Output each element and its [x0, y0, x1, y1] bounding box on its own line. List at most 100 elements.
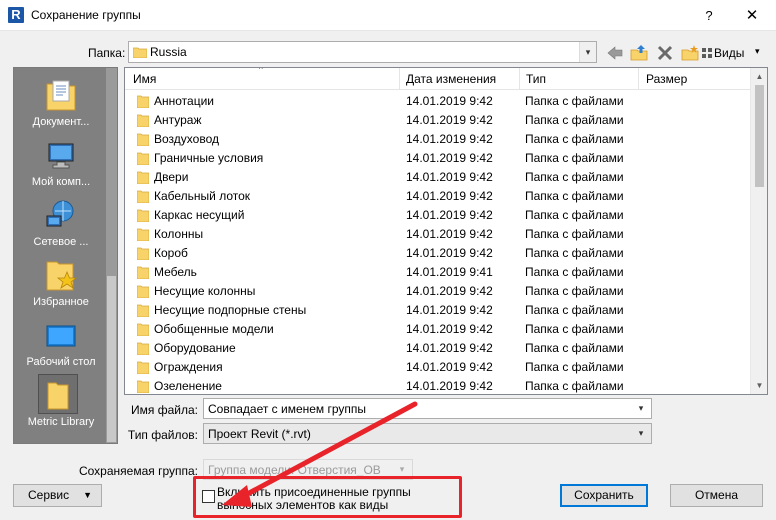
scroll-thumb[interactable] — [755, 85, 764, 187]
file-row[interactable]: Несущие подпорные стены 14.01.2019 9:42 Па… — [125, 301, 751, 320]
chevron-down-icon[interactable]: ▾ — [755, 46, 760, 57]
folder-dropdown[interactable]: Russia ▾ — [128, 41, 597, 63]
file-date: 14.01.2019 9:42 — [406, 322, 493, 336]
scroll-down-icon[interactable]: ▼ — [751, 377, 767, 394]
file-row[interactable]: Двери 14.01.2019 9:42 Папка с файлами — [125, 168, 751, 187]
file-name: Граничные условия — [154, 151, 264, 165]
file-row[interactable]: Оборудование 14.01.2019 9:42 Папка с файла… — [125, 339, 751, 358]
file-date: 14.01.2019 9:42 — [406, 246, 493, 260]
place-label: Мой комп... — [31, 176, 91, 188]
file-row[interactable]: Короб 14.01.2019 9:42 Папка с файлами — [125, 244, 751, 263]
file-row[interactable]: Каркас несущий 14.01.2019 9:42 Папка с фай… — [125, 206, 751, 225]
file-name: Кабельный лоток — [154, 189, 251, 203]
new-folder-icon[interactable] — [681, 44, 699, 62]
file-row[interactable]: Антураж 14.01.2019 9:42 Папка с файлами — [125, 111, 751, 130]
views-icon[interactable] — [701, 44, 713, 62]
chevron-down-icon[interactable]: ▾ — [633, 399, 649, 418]
desktop-icon — [46, 325, 76, 347]
filetype-dropdown[interactable]: Проект Revit (*.rvt) ▾ — [203, 423, 652, 444]
file-name: Несущие подпорные стены — [154, 303, 307, 317]
folder-icon — [137, 95, 149, 108]
file-name: Мебель — [154, 265, 197, 279]
file-name: Обобщенные модели — [154, 322, 274, 336]
up-folder-icon[interactable] — [630, 44, 648, 62]
place-label: Избранное — [33, 296, 89, 308]
place-documents[interactable]: Документ... — [14, 72, 108, 132]
filetype-value: Проект Revit (*.rvt) — [208, 427, 311, 441]
folder-icon — [137, 342, 149, 355]
folder-icon — [137, 209, 149, 222]
filename-input[interactable]: Совпадает с именем группы ▾ — [203, 398, 652, 419]
file-name: Воздуховод — [154, 132, 219, 146]
file-row[interactable]: Колонны 14.01.2019 9:42 Папка с файлами — [125, 225, 751, 244]
file-row[interactable]: Несущие колонны 14.01.2019 9:42 Папка с фа… — [125, 282, 751, 301]
folder-icon — [137, 304, 149, 317]
folder-icon — [137, 323, 149, 336]
column-header-name[interactable]: Имя — [133, 72, 156, 86]
column-divider[interactable] — [399, 68, 400, 90]
place-label: Рабочий стол — [26, 356, 96, 368]
file-row[interactable]: Граничные условия 14.01.2019 9:42 Папка с … — [125, 149, 751, 168]
file-date: 14.01.2019 9:42 — [406, 189, 493, 203]
column-divider[interactable] — [638, 68, 639, 90]
column-header-size[interactable]: Размер — [646, 72, 687, 86]
place-desktop[interactable]: Рабочий стол — [14, 312, 108, 372]
folder-icon — [133, 47, 147, 58]
file-row[interactable]: Мебель 14.01.2019 9:41 Папка с файлами — [125, 263, 751, 282]
sort-ascending-icon: ^ — [259, 67, 263, 74]
chevron-down-icon[interactable]: ▾ — [633, 424, 649, 443]
window-title: Сохранение группы — [31, 8, 141, 22]
help-button[interactable]: ? — [690, 0, 728, 31]
favorites-icon — [46, 261, 77, 291]
service-label: Сервис — [28, 488, 70, 502]
file-row[interactable]: Обобщенные модели 14.01.2019 9:42 Папка с … — [125, 320, 751, 339]
scroll-up-icon[interactable]: ▲ — [751, 68, 767, 85]
back-arrow-icon[interactable] — [606, 44, 624, 62]
cancel-button[interactable]: Отмена — [670, 484, 763, 507]
file-type: Папка с файлами — [525, 284, 624, 298]
file-type: Папка с файлами — [525, 132, 624, 146]
filetype-label: Тип файлов: — [127, 428, 198, 442]
file-list: Имя ^ Дата изменения Тип Размер Аннотаци… — [124, 67, 768, 395]
folder-icon — [137, 361, 149, 374]
file-row[interactable]: Воздуховод 14.01.2019 9:42 Папка с файлами — [125, 130, 751, 149]
folder-icon — [137, 266, 149, 279]
file-row[interactable]: Озеленение 14.01.2019 9:42 Папка с файлами — [125, 377, 751, 394]
documents-icon — [46, 80, 76, 111]
place-favorites[interactable]: Избранное — [14, 252, 108, 312]
column-header-date[interactable]: Дата изменения — [406, 72, 496, 86]
views-button[interactable]: Виды — [714, 46, 744, 60]
file-row[interactable]: Ограждения 14.01.2019 9:42 Папка с файлами — [125, 358, 751, 377]
file-type: Папка с файлами — [525, 341, 624, 355]
save-button[interactable]: Сохранить — [560, 484, 648, 507]
file-name: Двери — [154, 170, 189, 184]
file-name: Оборудование — [154, 341, 236, 355]
file-date: 14.01.2019 9:42 — [406, 113, 493, 127]
file-list-scrollbar[interactable]: ▲ ▼ — [750, 68, 767, 394]
file-type: Папка с файлами — [525, 265, 624, 279]
place-computer[interactable]: Мой комп... — [14, 132, 108, 192]
scroll-thumb[interactable] — [107, 276, 116, 442]
folder-icon — [137, 133, 149, 146]
file-type: Папка с файлами — [525, 303, 624, 317]
file-date: 14.01.2019 9:42 — [406, 132, 493, 146]
file-row[interactable]: Кабельный лоток 14.01.2019 9:42 Папка с фа… — [125, 187, 751, 206]
places-scrollbar[interactable] — [106, 68, 117, 443]
close-button[interactable]: ✕ — [733, 0, 771, 31]
place-network[interactable]: Сетевое ... — [14, 192, 108, 252]
file-row[interactable]: Аннотации 14.01.2019 9:42 Папка с файлами — [125, 92, 751, 111]
folder-icon — [137, 247, 149, 260]
delete-icon[interactable] — [656, 44, 674, 62]
filename-label: Имя файла: — [131, 403, 198, 417]
service-button[interactable]: Сервис ▼ — [13, 484, 102, 507]
file-name: Короб — [154, 246, 188, 260]
file-date: 14.01.2019 9:42 — [406, 94, 493, 108]
chevron-down-icon[interactable]: ▾ — [579, 42, 596, 62]
file-name: Колонны — [154, 227, 204, 241]
column-divider[interactable] — [519, 68, 520, 90]
file-name: Озеленение — [154, 379, 222, 393]
file-type: Папка с файлами — [525, 208, 624, 222]
column-header-type[interactable]: Тип — [526, 72, 546, 86]
place-metric-library[interactable]: Metric Library — [14, 372, 108, 432]
file-date: 14.01.2019 9:41 — [406, 265, 493, 279]
